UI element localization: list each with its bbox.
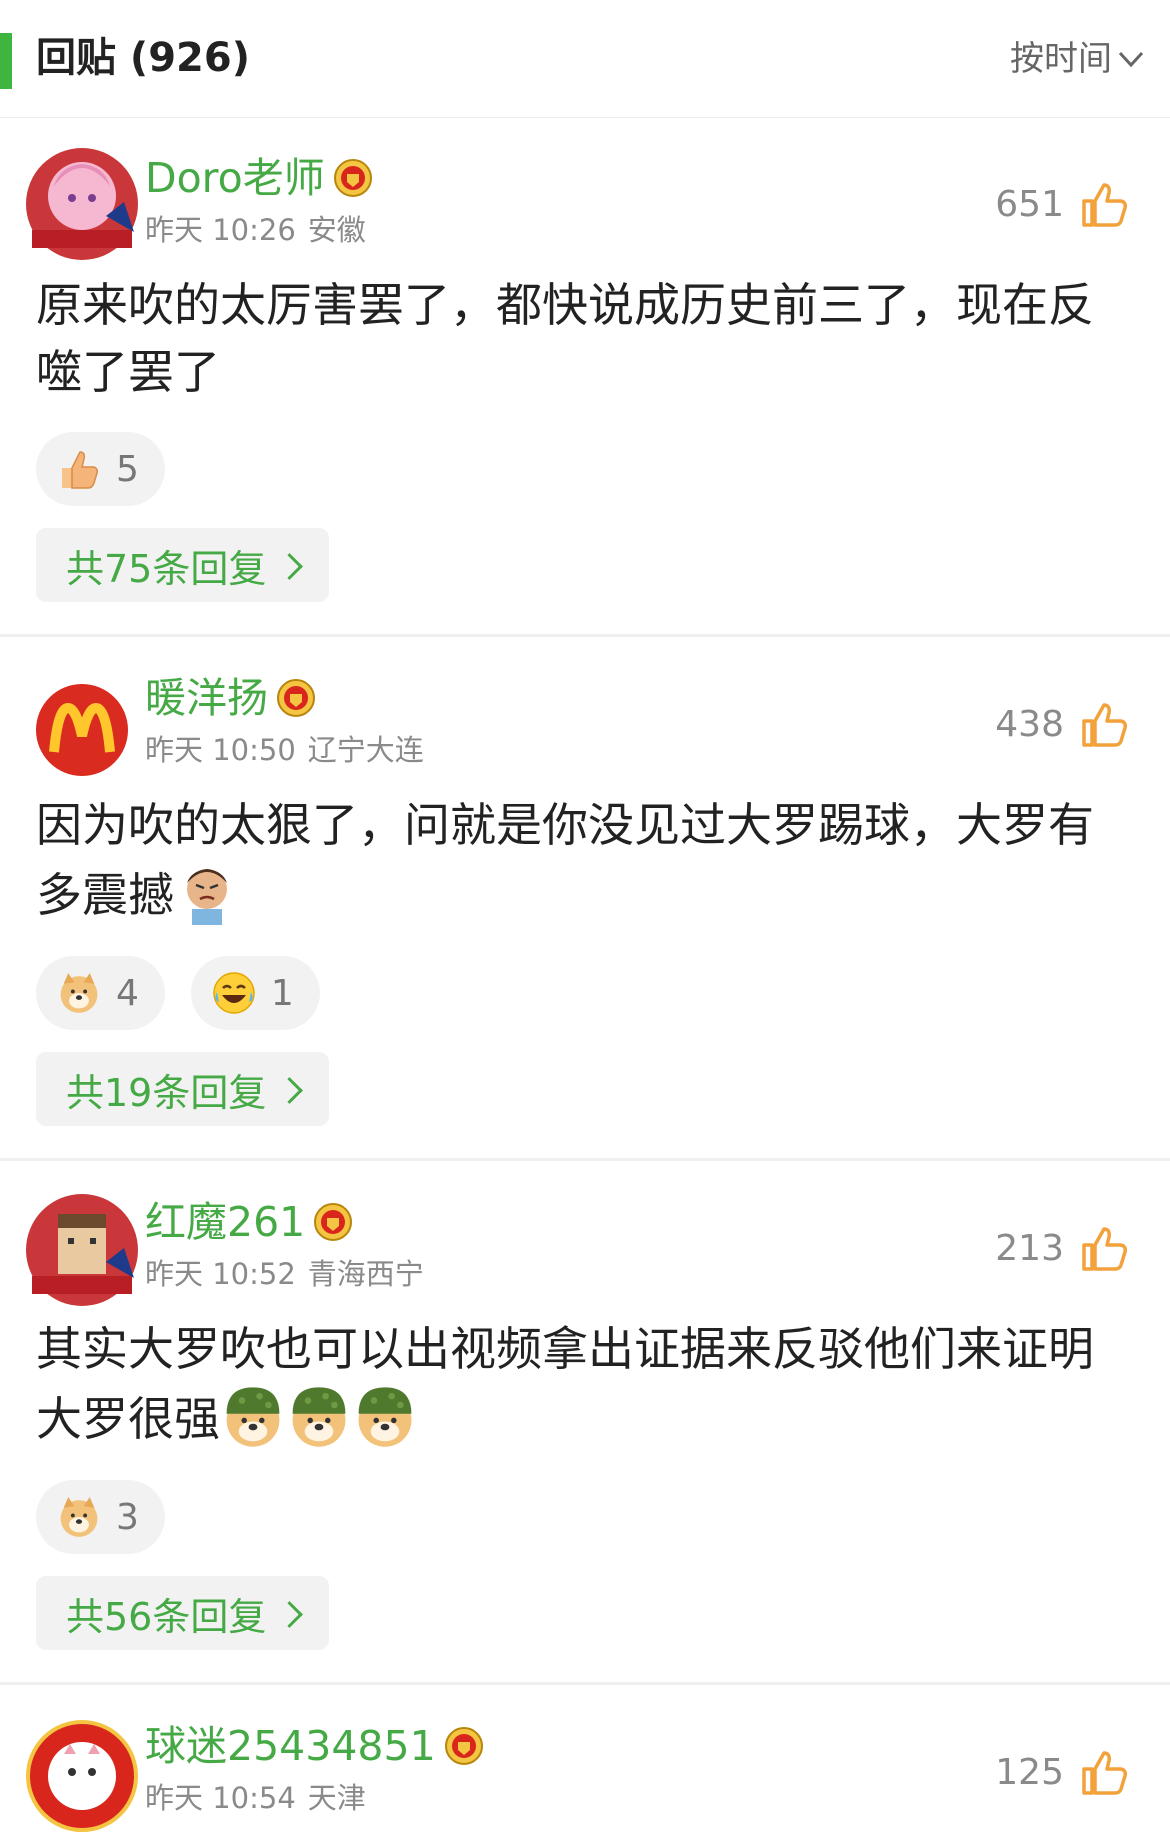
username[interactable]: 球迷25434851 [145,1718,484,1774]
divider [0,1158,1170,1161]
like-count: 651 [995,183,1064,225]
soldier-doge-emoji-icon [352,1383,418,1449]
sort-by-time-button[interactable]: 按时间 [1010,34,1112,84]
replies-header: 回贴 (926) 按时间 [0,0,1170,118]
thumbs-up-icon [1080,1223,1130,1273]
team-badge-icon [313,1202,353,1242]
reaction-chip[interactable]: 4 [36,956,165,1030]
like-count: 438 [995,703,1064,745]
username[interactable]: 红魔261 [145,1194,353,1250]
doge-salute-emoji-icon [56,1494,102,1540]
team-badge-icon [444,1726,484,1766]
comment-text: 因为吹的太狠了，问就是你没见过大罗踢球，大罗有多震撼 [36,792,1136,929]
like-count: 213 [995,1227,1064,1269]
view-replies-button[interactable]: 共19条回复 [36,1052,330,1126]
like-count: 125 [995,1751,1064,1793]
team-badge-icon [333,158,373,198]
header-accent-bar [0,33,12,89]
thumbs-up-emoji-icon [62,451,98,489]
divider [0,1682,1170,1685]
avatar[interactable] [24,1192,140,1308]
thumbs-up-icon [1080,699,1130,749]
like-button[interactable]: 438 [995,696,1130,752]
like-button[interactable]: 651 [995,176,1130,232]
laughing-tears-emoji-icon [213,972,255,1014]
reaction-chip[interactable]: 5 [36,432,165,506]
username[interactable]: Doro老师 [145,150,373,206]
comment-meta: 昨天 10:50 辽宁大连 [145,733,424,767]
avatar[interactable] [24,672,140,788]
angry-man-emoji-icon [187,869,227,925]
reaction-chip[interactable]: 3 [36,1480,165,1554]
view-replies-button[interactable]: 共56条回复 [36,1576,330,1650]
like-button[interactable]: 213 [995,1220,1130,1276]
username[interactable]: 暖洋扬 [145,670,316,726]
comment-meta: 昨天 10:54 天津 [145,1781,366,1815]
avatar[interactable] [24,1718,140,1834]
thumbs-up-icon [1080,1747,1130,1797]
avatar[interactable] [24,146,140,262]
chevron-down-icon[interactable] [1116,44,1146,74]
divider [0,634,1170,637]
comment-text: 原来吹的太厉害罢了，都快说成历史前三了，现在反噬了罢了 [36,278,1094,399]
like-button[interactable]: 125 [995,1744,1130,1800]
comment-meta: 昨天 10:52 青海西宁 [145,1257,424,1291]
soldier-doge-emoji-icon [286,1383,352,1449]
comment-text: 其实大罗吹也可以出视频拿出证据来反驳他们来证明大罗很强 [36,1316,1136,1453]
doge-emoji-icon [56,970,102,1016]
thumbs-up-icon [1080,179,1130,229]
soldier-doge-emoji-icon [220,1383,286,1449]
view-replies-button[interactable]: 共75条回复 [36,528,330,602]
replies-count-title: 回贴 (926) [36,35,250,81]
comment-meta: 昨天 10:26 安徽 [145,213,366,247]
team-badge-icon [276,678,316,718]
reaction-chip[interactable]: 1 [190,956,320,1030]
